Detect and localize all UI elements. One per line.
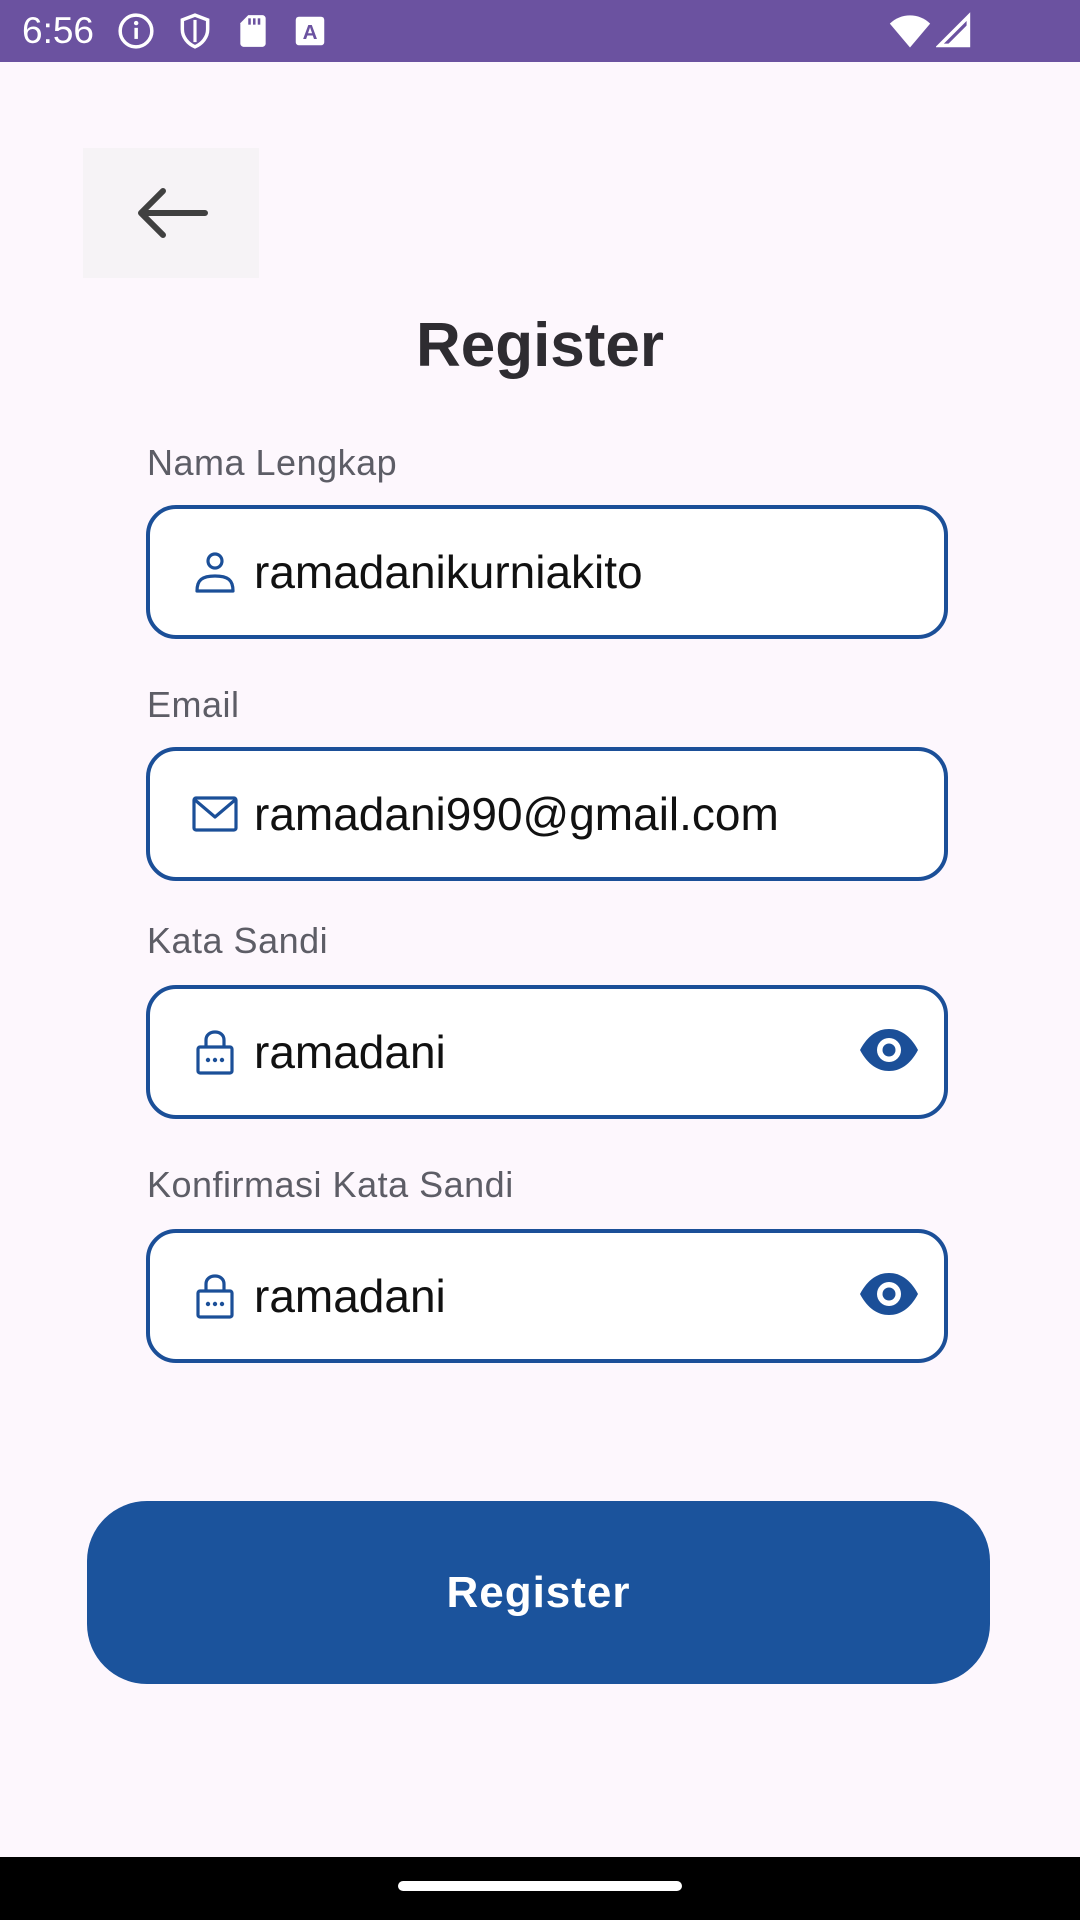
eye-icon[interactable]: [858, 1269, 920, 1319]
confirm-password-label: Konfirmasi Kata Sandi: [147, 1164, 514, 1205]
password-label: Kata Sandi: [147, 920, 329, 961]
email-label: Email: [147, 684, 240, 725]
full-name-label: Nama Lengkap: [147, 442, 398, 483]
page-title: Register: [415, 311, 665, 380]
home-indicator[interactable]: [398, 1881, 682, 1891]
shield-icon: [180, 13, 210, 49]
info-icon: [118, 13, 154, 49]
mail-icon: [192, 796, 238, 832]
lock-icon: [196, 1030, 234, 1075]
user-icon: [195, 552, 235, 593]
full-name-field[interactable]: ramadanikurniakito: [146, 505, 948, 639]
eye-icon[interactable]: [858, 1025, 920, 1075]
password-field[interactable]: ramadani: [146, 985, 948, 1119]
full-name-value: ramadanikurniakito: [254, 546, 643, 598]
sd-card-icon: [240, 15, 266, 47]
confirm-password-value: ramadani: [254, 1270, 446, 1322]
register-button[interactable]: Register: [87, 1501, 990, 1684]
status-bar: 6:56 A: [0, 0, 1080, 62]
arrow-left-icon: [138, 188, 208, 238]
a-icon: A: [295, 16, 325, 46]
lock-icon: [196, 1274, 234, 1319]
email-field[interactable]: ramadani990@gmail.com: [146, 747, 948, 881]
confirm-password-field[interactable]: ramadani: [146, 1229, 948, 1363]
svg-text:A: A: [303, 21, 318, 44]
status-time: 6:56: [22, 10, 95, 51]
wifi-icon: [889, 15, 931, 48]
navigation-bar: [0, 1857, 1080, 1920]
password-value: ramadani: [254, 1026, 446, 1078]
back-button[interactable]: [83, 148, 259, 278]
email-value: ramadani990@gmail.com: [254, 788, 779, 840]
signal-icon: [936, 12, 971, 48]
